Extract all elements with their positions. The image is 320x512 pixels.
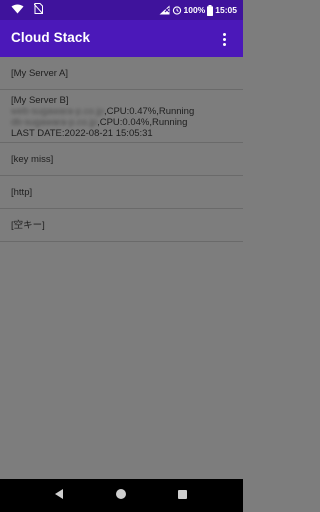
more-vert-icon-dot: [222, 37, 226, 41]
home-icon[interactable]: [116, 489, 126, 499]
server-label: [key miss]: [11, 154, 54, 165]
alarm-icon: [172, 5, 182, 15]
navigation-bar: [0, 479, 243, 512]
list-item-my-server-a[interactable]: [My Server A]: [0, 57, 243, 90]
list-item-my-server-b[interactable]: [My Server B] web-sugawara-p.co.jp,CPU:0…: [0, 90, 243, 143]
instance-status: ,CPU:0.04%,Running: [97, 117, 188, 128]
server-instance-row: web-sugawara-p.co.jp,CPU:0.47%,Running: [11, 106, 243, 117]
back-icon[interactable]: [55, 489, 63, 499]
no-sim-icon: [33, 1, 44, 19]
list-item-empty-key[interactable]: [空キー]: [0, 209, 243, 242]
app-title: Cloud Stack: [11, 30, 91, 45]
server-label: [My Server A]: [11, 68, 69, 79]
wifi-icon: [11, 1, 24, 19]
more-vert-icon: [222, 32, 226, 36]
app-bar: Cloud Stack: [0, 20, 243, 57]
clock-time: 15:05: [215, 5, 237, 15]
server-label: [My Server B]: [11, 95, 69, 106]
server-list: [My Server A] [My Server B] web-sugawara…: [0, 57, 243, 242]
last-date: LAST DATE:2022-08-21 15:05:31: [11, 128, 153, 139]
overflow-menu-button[interactable]: [211, 26, 237, 52]
instance-host: web-sugawara-p.co.jp: [11, 106, 104, 117]
battery-icon: [207, 4, 214, 16]
server-instance-row: db-sugawara-p.co.jp,CPU:0.04%,Running: [11, 117, 243, 128]
instance-host: db-sugawara-p.co.jp: [11, 117, 98, 128]
no-signal-icon: [159, 5, 170, 15]
list-item-key-miss[interactable]: [key miss]: [0, 143, 243, 176]
server-label: [http]: [11, 187, 33, 198]
status-bar: 100% 15:05: [0, 0, 243, 20]
battery-percent: 100%: [183, 5, 206, 15]
more-vert-icon-dot: [222, 42, 226, 46]
server-label: [空キー]: [11, 220, 45, 231]
recents-icon[interactable]: [178, 490, 187, 499]
instance-status: ,CPU:0.47%,Running: [103, 106, 195, 117]
list-item-http[interactable]: [http]: [0, 176, 243, 209]
screen: 100% 15:05 Cloud Stack [My Server A] [My…: [0, 0, 243, 512]
